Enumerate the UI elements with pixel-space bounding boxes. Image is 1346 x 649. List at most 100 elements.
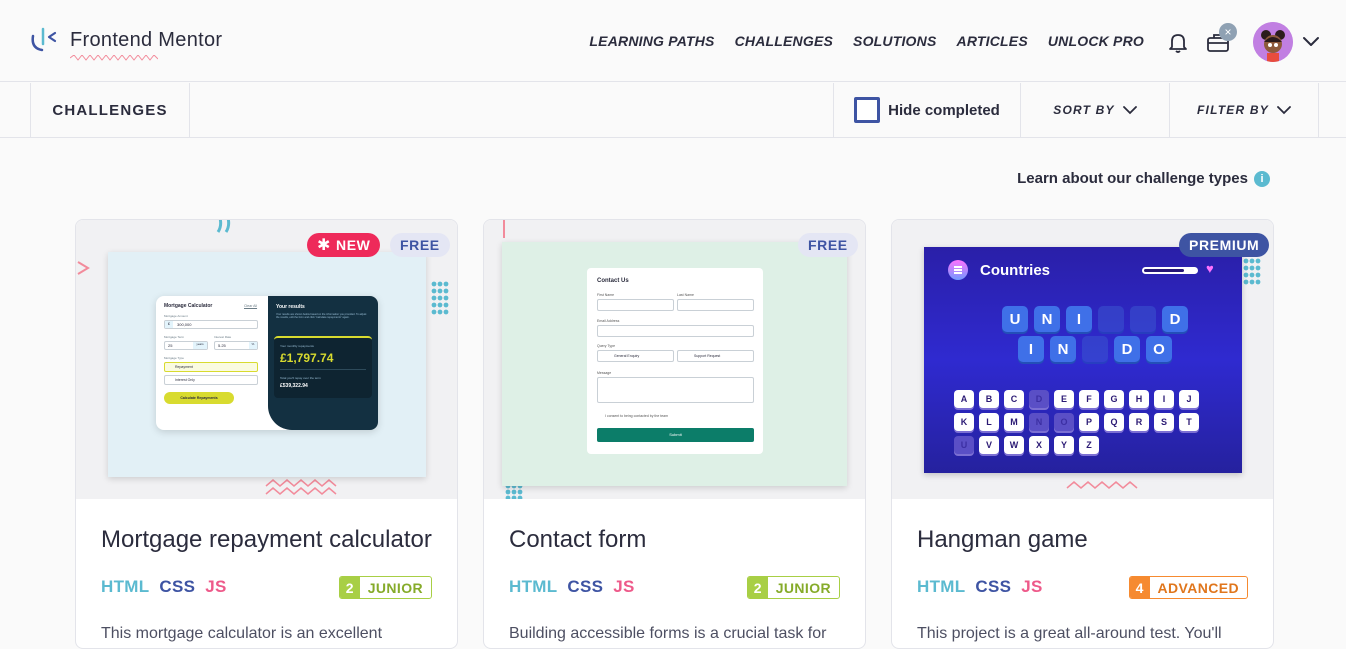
hide-completed-label: Hide completed: [888, 101, 1000, 119]
user-avatar[interactable]: [1253, 22, 1293, 62]
learn-link-text: Learn about our challenge types: [1017, 170, 1248, 187]
lang-css: CSS: [159, 577, 196, 596]
term-field: 25 years: [164, 341, 208, 350]
premium-badge: PREMIUM: [1179, 233, 1270, 257]
keyboard-key: H: [1129, 390, 1149, 408]
contact-heading: Contact Us: [597, 278, 629, 284]
keyboard-key: E: [1054, 390, 1074, 408]
email-field: [597, 325, 754, 337]
nav-learning-paths[interactable]: LEARNING PATHS: [589, 33, 714, 49]
query-general: General Enquiry: [597, 350, 674, 362]
word-row-1: UNI D: [1002, 306, 1188, 332]
keyboard-key: X: [1029, 436, 1049, 454]
consent-label: I consent to being contacted by the team: [605, 414, 669, 418]
nav-solutions[interactable]: SOLUTIONS: [853, 33, 936, 49]
free-badge: FREE: [390, 233, 450, 257]
keyboard-key: U: [954, 436, 974, 454]
lang-css: CSS: [975, 577, 1012, 596]
close-badge-icon[interactable]: ×: [1219, 23, 1237, 41]
frontend-mentor-logo-icon: [31, 27, 57, 52]
word-tile: U: [1002, 306, 1028, 332]
menu-icon: [948, 260, 968, 280]
mortgage-calculator-card: Mortgage Calculator Clear All Mortgage A…: [156, 296, 378, 430]
type-option-interest: Interest Only: [164, 375, 258, 385]
lang-css: CSS: [567, 577, 604, 596]
keyboard-key: L: [979, 413, 999, 431]
results-text: Your results are shown below based on th…: [276, 313, 367, 320]
logo-text: Frontend Mentor: [70, 29, 222, 61]
challenge-preview-image: Contact Us First Name Last Name Email Ad…: [484, 220, 865, 499]
keyboard-key: S: [1154, 413, 1174, 431]
keyboard-key: M: [1004, 413, 1024, 431]
keyboard-key: D: [1029, 390, 1049, 408]
type-option-repayment: Repayment: [164, 362, 258, 372]
logo[interactable]: Frontend Mentor: [30, 26, 222, 61]
mortgage-preview-screen: Mortgage Calculator Clear All Mortgage A…: [108, 252, 426, 477]
top-navigation-bar: Frontend Mentor LEARNING PATHS CHALLENGE…: [0, 0, 1346, 82]
word-tile: I: [1018, 336, 1044, 362]
challenge-title[interactable]: Mortgage repayment calculator: [101, 526, 432, 554]
keyboard-key: W: [1004, 436, 1024, 454]
sort-by-label: SORT BY: [1053, 103, 1115, 117]
challenge-title[interactable]: Hangman game: [917, 526, 1088, 554]
challenge-card-hangman[interactable]: Countries ♥ UNID INDO ABCDEFGHIJKLMNOPQR…: [891, 219, 1274, 649]
health-bar: [1142, 267, 1198, 274]
notifications-bell-icon[interactable]: [1166, 31, 1190, 53]
word-tile: [1098, 306, 1124, 332]
difficulty-badge: 4 ADVANCED: [1128, 576, 1248, 599]
sort-by-dropdown[interactable]: SORT BY: [1020, 83, 1169, 137]
learn-challenge-types-link[interactable]: Learn about our challenge types i: [1017, 170, 1270, 187]
asterisk-icon: ✱: [317, 237, 332, 254]
lang-html: HTML: [917, 577, 966, 596]
filter-by-dropdown[interactable]: FILTER BY: [1169, 83, 1319, 137]
new-badge: ✱ NEW: [307, 233, 381, 257]
nav-unlock-pro[interactable]: UNLOCK PRO: [1048, 33, 1144, 49]
last-name-field: [677, 299, 754, 311]
clear-all-link: Clear All: [244, 304, 258, 308]
challenge-preview-image: Countries ♥ UNID INDO ABCDEFGHIJKLMNOPQR…: [892, 220, 1273, 499]
challenge-title[interactable]: Contact form: [509, 526, 646, 554]
nav-articles[interactable]: ARTICLES: [957, 33, 1028, 49]
keyboard-key: C: [1004, 390, 1024, 408]
filter-chevron-down-icon: [1277, 106, 1291, 115]
difficulty-badge: 2 JUNIOR: [338, 576, 432, 599]
keyboard-key: J: [1179, 390, 1199, 408]
keyboard-key: Y: [1054, 436, 1074, 454]
amount-label: Mortgage Amount: [164, 314, 188, 318]
difficulty-badge: 2 JUNIOR: [746, 576, 840, 599]
keyboard-key: V: [979, 436, 999, 454]
hangman-preview-screen: Countries ♥ UNID INDO ABCDEFGHIJKLMNOPQR…: [924, 247, 1242, 473]
challenge-card-mortgage[interactable]: Mortgage Calculator Clear All Mortgage A…: [75, 219, 458, 649]
keyboard-key: I: [1154, 390, 1174, 408]
total-value: £539,322.94: [280, 383, 308, 389]
lang-html: HTML: [509, 577, 558, 596]
monthly-value: £1,797.74: [280, 351, 334, 365]
keyboard-key: Q: [1104, 413, 1124, 431]
heart-icon: ♥: [1206, 261, 1214, 276]
rate-field: 5.25 %: [214, 341, 258, 350]
hide-completed-checkbox[interactable]: [854, 97, 881, 123]
keyboard-key: A: [954, 390, 974, 408]
word-tile: N: [1034, 306, 1060, 332]
challenges-toolbar: CHALLENGES Hide completed SORT BY FILTER…: [0, 83, 1346, 138]
account-menu-chevron-down-icon[interactable]: [1302, 34, 1320, 48]
info-icon: i: [1254, 170, 1270, 187]
keyboard-key: O: [1054, 413, 1074, 431]
main-nav: LEARNING PATHS CHALLENGES SOLUTIONS ARTI…: [589, 33, 1144, 49]
avatar-illustration-icon: [1253, 22, 1293, 62]
challenge-card-contact-form[interactable]: Contact Us First Name Last Name Email Ad…: [483, 219, 866, 649]
nav-challenges[interactable]: CHALLENGES: [735, 33, 833, 49]
language-tags: HTML CSS JS: [509, 577, 635, 597]
lang-js: JS: [1021, 577, 1043, 596]
word-tile: I: [1066, 306, 1092, 332]
keyboard-key: R: [1129, 413, 1149, 431]
challenge-preview-image: Mortgage Calculator Clear All Mortgage A…: [76, 220, 457, 499]
language-tags: HTML CSS JS: [917, 577, 1043, 597]
keyboard-key: K: [954, 413, 974, 431]
type-label: Mortgage Type: [164, 356, 184, 360]
lang-js: JS: [613, 577, 635, 596]
message-field: [597, 377, 754, 403]
lang-html: HTML: [101, 577, 150, 596]
lang-js: JS: [205, 577, 227, 596]
hide-completed-toggle[interactable]: Hide completed: [833, 83, 1020, 137]
